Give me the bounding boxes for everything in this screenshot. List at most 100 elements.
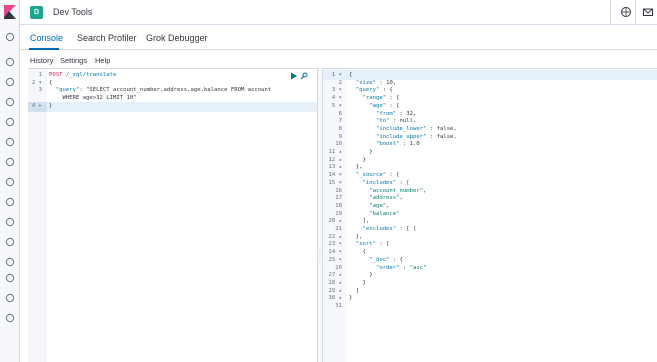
code-line: "balance" [369,210,400,217]
clock-icon[interactable] [4,31,16,43]
code-line: } [349,295,353,302]
code-line: "sort" : [ [355,241,390,248]
canvas-icon[interactable] [4,116,16,128]
line-number: 26 [335,264,342,271]
line-number: 10 [335,141,342,148]
line-number: 16 [335,187,342,194]
line-number: 28 ▴ [328,279,342,286]
code-line: "size" : 10, [355,79,397,86]
line-number: 27 ▴ [328,272,342,279]
response-active-line [323,70,657,80]
header-divider [635,0,636,25]
code-line: { [349,249,366,256]
code-line: "address", [369,195,403,202]
mail-icon[interactable] [642,6,654,18]
active-line-highlight [28,102,317,112]
code-line: "include_upper" : false, [375,133,457,140]
response-output[interactable]: 1 ▾ {2 "size" : 10, 3 ▾ "query" : {4 ▾ "ra… [323,68,657,362]
code-line: ], [349,218,370,225]
code-line: "range" : { [362,95,400,102]
request-gutter [28,69,47,362]
code-line: "boost" : 1.0 [375,141,420,148]
discover-icon[interactable] [4,56,16,68]
code-line: "query" : { [355,87,393,94]
top-header: D Dev Tools [20,0,657,25]
code-line: "age", [369,202,390,209]
code-line: } [349,272,373,279]
code-line: { [349,72,353,78]
line-number: 6 [338,110,342,117]
help-link[interactable]: Help [95,56,110,65]
line-number: 2 [338,79,342,86]
line-number: 9 [338,133,342,140]
code-line: }, [349,233,363,240]
line-number: 1 [38,72,42,78]
line-number: 5 ▾ [331,102,342,109]
visualize-icon[interactable] [4,76,16,88]
app-badge[interactable]: D [30,6,43,19]
help-icon[interactable] [620,6,632,18]
code-line: "excludes" : [ ] [362,226,417,232]
maps-icon[interactable] [4,136,16,148]
line-number: 15 ▾ [328,179,342,186]
wrench-icon[interactable] [300,72,308,80]
line-number: 7 [338,118,342,125]
line-number: 21 [335,226,342,232]
line-number: 1 ▾ [331,72,342,78]
infra-icon[interactable] [4,176,16,188]
code-line: "to" : null, [375,118,417,125]
history-link[interactable]: History [30,56,53,65]
code-line: "account_number", [369,187,427,194]
code-line: "_source" : { [355,172,400,179]
code-line: WHERE age>32 LIMIT 10" [49,95,137,102]
line-number: 12 ▴ [328,156,342,163]
dashboard-icon[interactable] [4,96,16,108]
tab-grok-debugger[interactable]: Grok Debugger [146,33,208,43]
line-number: 18 [335,202,342,209]
logs-icon[interactable] [4,196,16,208]
line-number: 30 ▴ [328,295,342,302]
line-number: 2 ▾ [31,79,42,86]
line-number: 29 ▴ [328,287,342,294]
line-number: 4 ▾ [331,95,342,102]
editor-left-margin [20,68,28,362]
code-line: "_doc" : { [369,256,403,263]
code-line: { [49,79,53,86]
line-number: 3 [38,87,42,94]
monitoring-icon[interactable] [4,292,16,304]
ml-icon[interactable] [4,156,16,168]
line-number: 31 [335,303,342,309]
code-line: POST /_sql/translate [49,72,117,78]
settings-link[interactable]: Settings [60,56,87,65]
kibana-logo-icon[interactable] [4,5,16,19]
line-number: 14 ▾ [328,172,342,179]
code-line: ] [349,287,360,294]
siem-icon[interactable] [4,256,16,268]
line-number: 4 ▸ [31,102,42,109]
code-line: "from" : 32, [375,110,417,117]
line-number: 25 ▾ [328,256,342,263]
devtools-icon[interactable] [4,272,16,284]
side-nav [0,0,20,362]
line-number: 24 ▾ [328,249,342,256]
request-editor[interactable]: 1 POST /_sql/translate 2 ▾ {3 "query": "SEL… [28,68,317,362]
console-menu: History Settings Help [20,50,657,68]
line-number: 17 [335,195,342,202]
uptime-icon[interactable] [4,236,16,248]
code-line: }, [349,164,363,171]
code-line: } [349,149,373,155]
code-line: "query": "SELECT account_number,address,… [55,87,272,94]
devtools-tabs: Console Search Profiler Grok Debugger [20,25,657,50]
code-line: "include_lower" : false, [375,125,457,132]
management-icon[interactable] [4,312,16,324]
code-line: } [349,156,366,163]
apm-icon[interactable] [4,216,16,228]
line-number: 8 [338,125,342,132]
play-icon[interactable] [290,72,298,80]
resizer-grip-icon: · · · [319,250,321,262]
tab-console[interactable]: Console [30,33,63,43]
code-line: "order" : "asc" [375,264,427,271]
code-line: } [49,102,53,109]
tab-search-profiler[interactable]: Search Profiler [77,33,137,43]
header-divider [610,0,611,25]
